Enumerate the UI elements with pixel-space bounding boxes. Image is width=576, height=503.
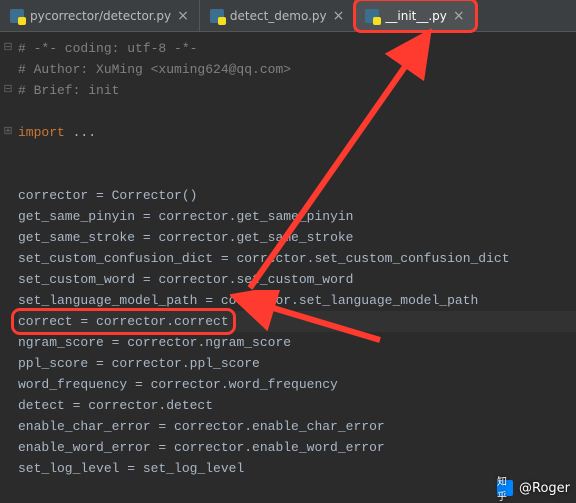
code-expression: corrector.detect (88, 395, 213, 416)
code-operator: = (213, 248, 236, 269)
tab-label: detect_demo.py (230, 9, 327, 23)
editor-tab[interactable]: __init__.py × (355, 0, 475, 31)
python-file-icon (210, 9, 224, 23)
code-operator: = (65, 395, 88, 416)
code-line[interactable]: ngram_score = corrector.ngram_score (18, 332, 576, 353)
code-operator: = (73, 314, 96, 329)
code-operator: = (151, 437, 174, 458)
code-line[interactable]: word_frequency = corrector.word_frequenc… (18, 374, 576, 395)
code-line[interactable]: enable_char_error = corrector.enable_cha… (18, 416, 576, 437)
close-icon[interactable]: × (177, 9, 189, 23)
code-operator: = (135, 227, 158, 248)
code-line[interactable]: get_same_pinyin = corrector.get_same_pin… (18, 206, 576, 227)
code-comment: # -*- coding: utf-8 -*- (18, 38, 197, 59)
code-expression: corrector.enable_char_error (174, 416, 385, 437)
code-expression: corrector.set_custom_confusion_dict (236, 248, 509, 269)
code-operator: = (127, 374, 150, 395)
code-expression: corrector.word_frequency (151, 374, 338, 395)
code-identifier: correct (18, 314, 73, 329)
code-line[interactable]: set_log_level = set_log_level (18, 458, 576, 479)
code-expression: Corrector() (112, 185, 198, 206)
code-line[interactable]: enable_word_error = corrector.enable_wor… (18, 437, 576, 458)
code-expression: corrector.set_language_model_path (221, 290, 478, 311)
code-identifier: set_custom_confusion_dict (18, 248, 213, 269)
code-keyword: import (18, 122, 65, 143)
zhihu-icon: 知乎 (497, 480, 513, 496)
code-expression: corrector.enable_word_error (174, 437, 385, 458)
code-identifier: get_same_pinyin (18, 206, 135, 227)
editor-tab-bar: pycorrector/detector.py×detect_demo.py×_… (0, 0, 576, 32)
code-line[interactable]: set_custom_word = corrector.set_custom_w… (18, 269, 576, 290)
code-operator: = (135, 206, 158, 227)
code-operator: = (88, 353, 111, 374)
close-icon[interactable]: × (333, 9, 345, 23)
code-line[interactable]: set_custom_confusion_dict = corrector.se… (18, 248, 576, 269)
tab-label: __init__.py (385, 9, 447, 23)
code-expression: corrector.get_same_pinyin (158, 206, 353, 227)
watermark: 知乎 @Roger (497, 480, 570, 496)
code-line[interactable]: detect = corrector.detect (18, 395, 576, 416)
code-operator: = (135, 269, 158, 290)
code-expression: set_log_level (143, 458, 244, 479)
code-operator: = (197, 290, 220, 311)
code-comment: # Author: XuMing <xuming624@qq.com> (18, 59, 291, 80)
fold-marker-icon[interactable]: ⊞ (2, 122, 14, 143)
code-identifier: corrector (18, 185, 88, 206)
code-expression: corrector.ngram_score (127, 332, 291, 353)
editor-tab[interactable]: pycorrector/detector.py × (0, 0, 200, 31)
code-operator: = (88, 185, 111, 206)
code-editor[interactable]: ⊟ # -*- coding: utf-8 -*- # Author: XuMi… (0, 32, 576, 479)
code-line[interactable]: corrector = Corrector() (18, 185, 576, 206)
code-identifier: get_same_stroke (18, 227, 135, 248)
editor-tab[interactable]: detect_demo.py × (200, 0, 355, 31)
code-expression: corrector.set_custom_word (158, 269, 353, 290)
code-line[interactable]: set_language_model_path = corrector.set_… (18, 290, 576, 311)
code-line[interactable]: get_same_stroke = corrector.get_same_str… (18, 227, 576, 248)
code-identifier: word_frequency (18, 374, 127, 395)
code-line[interactable]: correct = corrector.correct (18, 311, 576, 332)
code-identifier: ngram_score (18, 332, 104, 353)
annotation-highlight-box: correct = corrector.correct (14, 311, 233, 332)
code-expression: corrector.ppl_score (112, 353, 260, 374)
code-expression: corrector.correct (96, 314, 229, 329)
code-identifier: enable_word_error (18, 437, 151, 458)
code-operator: = (151, 416, 174, 437)
watermark-text: @Roger (519, 481, 570, 496)
code-identifier: set_language_model_path (18, 290, 197, 311)
tab-label: pycorrector/detector.py (30, 9, 171, 23)
code-line[interactable]: ppl_score = corrector.ppl_score (18, 353, 576, 374)
code-identifier: detect (18, 395, 65, 416)
close-icon[interactable]: × (453, 9, 465, 23)
fold-marker-icon[interactable]: ⊟ (2, 80, 14, 101)
code-identifier: enable_char_error (18, 416, 151, 437)
code-identifier: set_custom_word (18, 269, 135, 290)
fold-marker-icon[interactable]: ⊟ (2, 38, 14, 59)
python-file-icon (10, 9, 24, 23)
python-file-icon (365, 9, 379, 23)
code-expression: corrector.get_same_stroke (158, 227, 353, 248)
code-operator: = (119, 458, 142, 479)
code-operator: = (104, 332, 127, 353)
code-text: ... (65, 122, 96, 143)
code-comment: # Brief: init (18, 80, 119, 101)
code-identifier: set_log_level (18, 458, 119, 479)
code-identifier: ppl_score (18, 353, 88, 374)
